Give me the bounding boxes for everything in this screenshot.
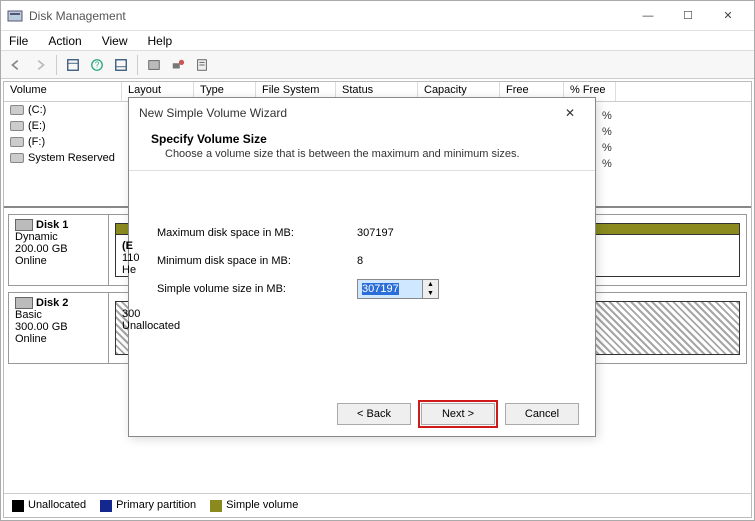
cancel-button[interactable]: Cancel	[505, 403, 579, 425]
legend-swatch-unallocated	[12, 500, 24, 512]
view-bottom-button[interactable]	[110, 54, 132, 76]
svg-text:?: ?	[95, 60, 100, 69]
toolbar: ?	[1, 51, 754, 79]
close-button[interactable]: ✕	[708, 2, 748, 30]
forward-button[interactable]	[29, 54, 51, 76]
maximize-button[interactable]: ☐	[668, 2, 708, 30]
volume-icon	[10, 105, 24, 115]
volume-icon	[10, 153, 24, 163]
legend-swatch-primary	[100, 500, 112, 512]
partition-status: He	[122, 264, 733, 276]
col-volume[interactable]: Volume	[4, 82, 122, 101]
disk-kind: Basic	[15, 309, 102, 321]
legend: Unallocated Primary partition Simple vol…	[4, 493, 751, 517]
volume-icon	[10, 121, 24, 131]
dialog-header: Specify Volume Size Choose a volume size…	[129, 128, 595, 171]
menu-action[interactable]: Action	[44, 33, 85, 49]
dialog-close-button[interactable]: ✕	[555, 106, 585, 120]
back-button[interactable]: < Back	[337, 403, 411, 425]
volume-label: System Reserved	[28, 152, 115, 164]
settings-button[interactable]	[143, 54, 165, 76]
dialog-body: Maximum disk space in MB: 307197 Minimum…	[129, 171, 595, 392]
disk-name: Disk 1	[36, 219, 68, 231]
volume-size-spinner: ▲ ▼	[357, 279, 439, 299]
menubar: File Action View Help	[1, 31, 754, 51]
dialog-title: New Simple Volume Wizard	[139, 106, 555, 120]
legend-swatch-simple	[210, 500, 222, 512]
dialog-footer: < Back Next > Cancel	[129, 392, 595, 436]
legend-label: Primary partition	[116, 499, 196, 511]
dialog-subheading: Choose a volume size that is between the…	[165, 148, 573, 160]
properties-button[interactable]	[191, 54, 213, 76]
disk-management-window: Disk Management — ☐ ✕ File Action View H…	[0, 0, 755, 521]
max-disk-label: Maximum disk space in MB:	[157, 227, 357, 239]
window-title: Disk Management	[29, 9, 628, 23]
volume-size-label: Simple volume size in MB:	[157, 283, 357, 295]
partition-status: Unallocated	[122, 320, 733, 332]
disk-icon	[15, 219, 33, 231]
menu-file[interactable]: File	[5, 33, 32, 49]
legend-label: Unallocated	[28, 499, 86, 511]
disk-action-button[interactable]	[167, 54, 189, 76]
volume-label: (E:)	[28, 120, 46, 132]
volume-size-input[interactable]	[358, 280, 422, 298]
dialog-titlebar: New Simple Volume Wizard ✕	[129, 98, 595, 128]
disk-icon	[15, 297, 33, 309]
disk-status: Online	[15, 255, 102, 267]
next-button[interactable]: Next >	[421, 403, 495, 425]
volume-label: (C:)	[28, 104, 46, 116]
disk-size: 300.00 GB	[15, 321, 102, 333]
pctfree-peek: %%%%	[602, 108, 612, 172]
help-button[interactable]: ?	[86, 54, 108, 76]
titlebar: Disk Management — ☐ ✕	[1, 1, 754, 31]
disk-info[interactable]: Disk 1 Dynamic 200.00 GB Online	[9, 215, 109, 285]
minimize-button[interactable]: —	[628, 2, 668, 30]
disk-size: 200.00 GB	[15, 243, 102, 255]
disk-mgmt-icon	[7, 8, 23, 24]
menu-view[interactable]: View	[98, 33, 132, 49]
view-top-button[interactable]	[62, 54, 84, 76]
volume-label: (F:)	[28, 136, 45, 148]
disk-kind: Dynamic	[15, 231, 102, 243]
partition-size: 110	[122, 252, 733, 264]
menu-help[interactable]: Help	[144, 33, 177, 49]
max-disk-value: 307197	[357, 227, 457, 239]
disk-name: Disk 2	[36, 297, 68, 309]
partition-label: (E	[122, 240, 733, 252]
partition-size: 300	[122, 308, 733, 320]
back-button[interactable]	[5, 54, 27, 76]
legend-label: Simple volume	[226, 499, 298, 511]
dialog-heading: Specify Volume Size	[151, 132, 573, 146]
disk-info[interactable]: Disk 2 Basic 300.00 GB Online	[9, 293, 109, 363]
volume-icon	[10, 137, 24, 147]
disk-status: Online	[15, 333, 102, 345]
spin-down-button[interactable]: ▼	[423, 289, 438, 298]
spin-up-button[interactable]: ▲	[423, 280, 438, 289]
